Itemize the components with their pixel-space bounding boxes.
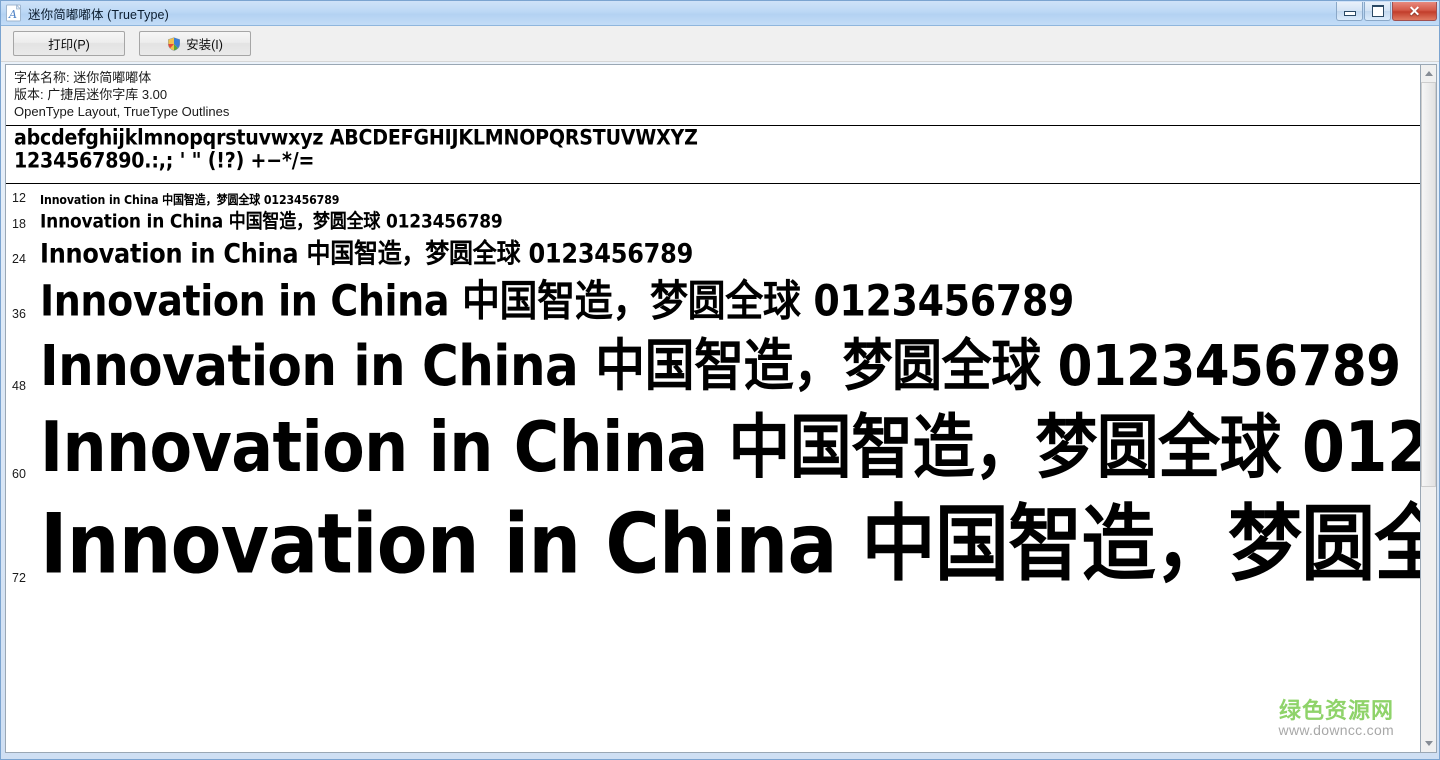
caption-button-group: ✕ — [1336, 2, 1437, 21]
scrollbar-thumb[interactable] — [1421, 82, 1436, 487]
vertical-scrollbar[interactable] — [1420, 64, 1437, 753]
sample-text: Innovation in China 中国智造，梦圆全球 0123456789 — [40, 276, 1074, 322]
client-area: 字体名称: 迷你简嘟嘟体 版本: 广捷居迷你字库 3.00 OpenType L… — [1, 62, 1439, 759]
svg-text:A: A — [8, 8, 17, 21]
sample-row-12: 12 Innovation in China 中国智造，梦圆全球 0123456… — [6, 184, 1420, 206]
alphabet-digits-line: 1234567890.:,; ' " (!?) +−*/= — [14, 148, 315, 174]
toolbar: 打印(P) 安装(I) — [1, 26, 1439, 62]
sample-size-label: 36 — [12, 306, 26, 321]
sample-text: Innovation in China 中国智造，梦圆全球 0123456789 — [40, 210, 503, 232]
print-button-label: 打印(P) — [48, 38, 90, 52]
watermark-site-url: www.downcc.com — [1278, 722, 1394, 738]
scrollbar-track[interactable] — [1421, 82, 1436, 735]
alphabet-letters-line: abcdefghijklmnopqrstuvwxyz ABCDEFGHIJKLM… — [14, 125, 698, 151]
scroll-down-arrow-icon[interactable] — [1421, 735, 1436, 752]
sample-text: Innovation in China 中国智造，梦圆全球 0123456789 — [40, 192, 340, 206]
watermark: 绿色资源网 www.downcc.com — [1279, 699, 1394, 738]
sample-row-24: 24 Innovation in China 中国智造，梦圆全球 0123456… — [6, 232, 1420, 267]
sample-size-label: 60 — [12, 466, 26, 481]
font-info-block: 字体名称: 迷你简嘟嘟体 版本: 广捷居迷你字库 3.00 OpenType L… — [6, 65, 1420, 120]
sample-text: Innovation in China 中国智造，梦圆全球 0123456789 — [40, 333, 1401, 394]
font-viewer-window: A 迷你简嘟嘟体 (TrueType) ✕ 打印(P) 安装(I) 字体名称: … — [0, 0, 1440, 760]
title-bar: A 迷你简嘟嘟体 (TrueType) ✕ — [1, 1, 1439, 26]
sample-row-48: 48 Innovation in China 中国智造，梦圆全球 0123456… — [6, 322, 1420, 394]
scroll-up-arrow-icon[interactable] — [1421, 65, 1436, 82]
install-button-label: 安装(I) — [186, 38, 223, 52]
font-preview-panel: 字体名称: 迷你简嘟嘟体 版本: 广捷居迷你字库 3.00 OpenType L… — [5, 64, 1420, 753]
close-button[interactable]: ✕ — [1392, 2, 1437, 21]
sample-row-60: 60 Innovation in China 中国智造，梦圆全球 0123456… — [6, 394, 1420, 482]
watermark-site-name: 绿色资源网 — [1278, 697, 1394, 723]
sample-text: Innovation in China 中国智造，梦圆全球 0123456789 — [40, 405, 1420, 482]
font-outline-line: OpenType Layout, TrueType Outlines — [14, 104, 230, 119]
sample-size-rows: 12 Innovation in China 中国智造，梦圆全球 0123456… — [6, 184, 1420, 586]
font-version-line: 版本: 广捷居迷你字库 3.00 — [14, 87, 168, 102]
sample-row-72: 72 Innovation in China 中国智造，梦圆全球 0123456… — [6, 482, 1420, 586]
sample-size-label: 24 — [12, 251, 26, 266]
sample-text: Innovation in China 中国智造，梦圆全球 0123456789 — [40, 496, 1420, 586]
sample-size-label: 12 — [12, 190, 26, 205]
minimize-button[interactable] — [1336, 2, 1363, 21]
font-name-line: 字体名称: 迷你简嘟嘟体 — [14, 70, 152, 85]
uac-shield-icon — [167, 36, 181, 51]
sample-size-label: 72 — [12, 570, 26, 585]
sample-size-label: 48 — [12, 378, 26, 393]
font-preview-scroll-content: 字体名称: 迷你简嘟嘟体 版本: 广捷居迷你字库 3.00 OpenType L… — [6, 65, 1420, 752]
sample-row-36: 36 Innovation in China 中国智造，梦圆全球 0123456… — [6, 267, 1420, 322]
font-file-icon: A — [5, 4, 23, 22]
install-button[interactable]: 安装(I) — [139, 31, 251, 56]
print-button[interactable]: 打印(P) — [13, 31, 125, 56]
maximize-button[interactable] — [1364, 2, 1391, 21]
window-title: 迷你简嘟嘟体 (TrueType) — [28, 7, 169, 22]
alphabet-block: abcdefghijklmnopqrstuvwxyz ABCDEFGHIJKLM… — [6, 126, 1420, 178]
sample-row-18: 18 Innovation in China 中国智造，梦圆全球 0123456… — [6, 206, 1420, 232]
sample-size-label: 18 — [12, 216, 26, 231]
sample-text: Innovation in China 中国智造，梦圆全球 0123456789 — [40, 237, 694, 267]
